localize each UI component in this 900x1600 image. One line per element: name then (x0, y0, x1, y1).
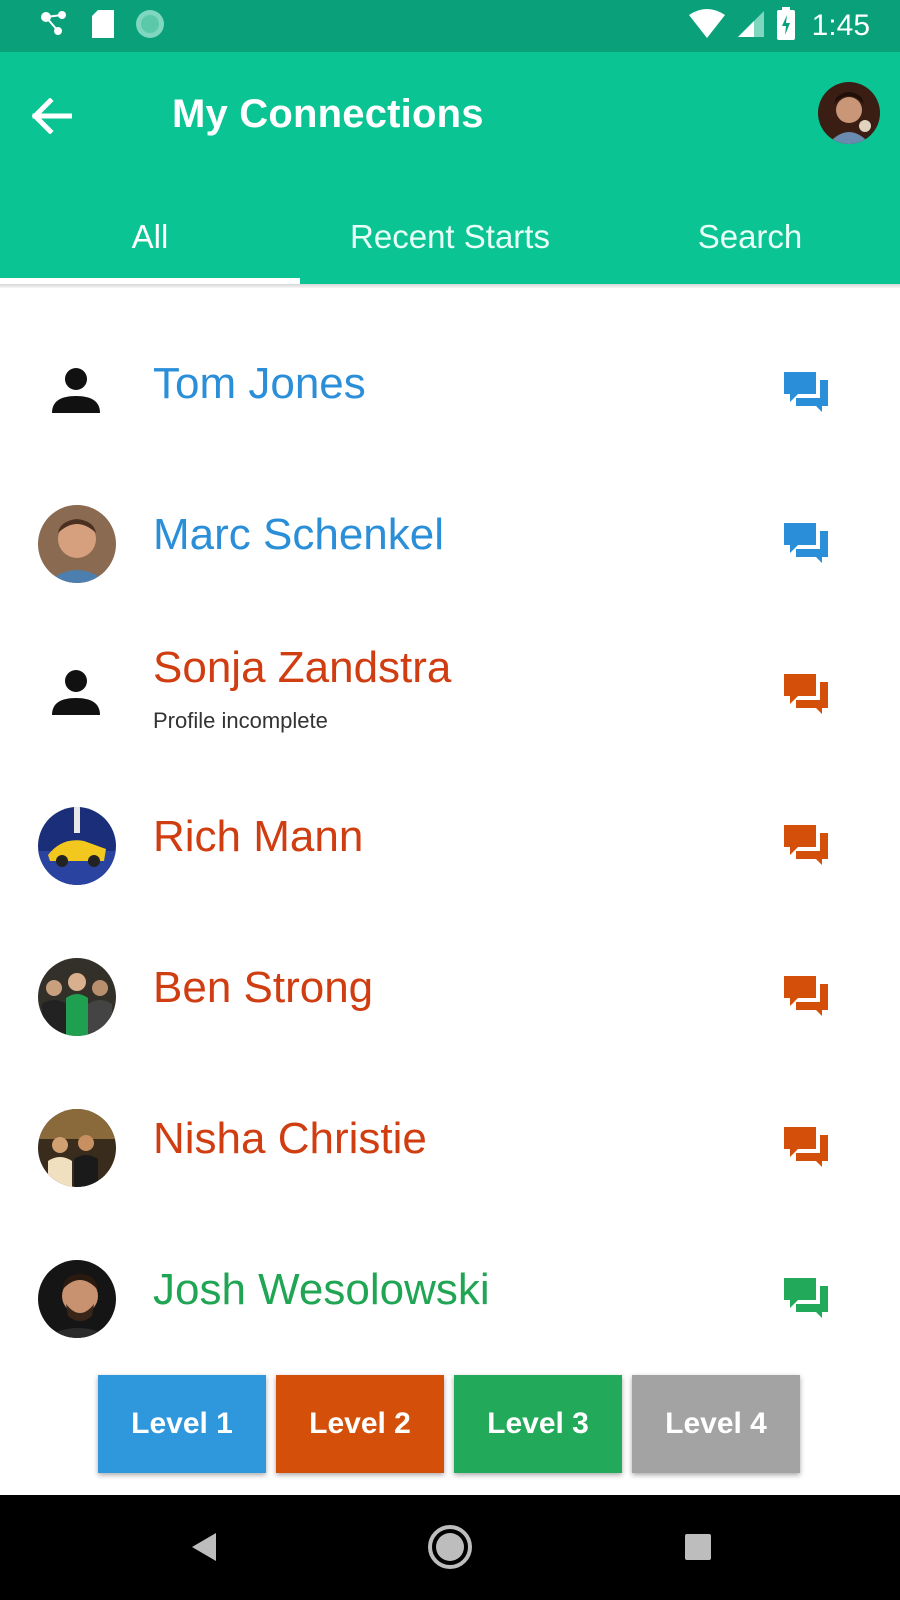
connection-row[interactable]: Tom Jones (0, 318, 900, 469)
connection-row[interactable]: Ben Strong (0, 922, 900, 1073)
connection-avatar (38, 505, 116, 583)
level-2-button[interactable]: Level 2 (276, 1375, 444, 1473)
chat-icon[interactable] (782, 366, 830, 414)
nav-home-button[interactable] (422, 1521, 478, 1577)
connection-name: Tom Jones (153, 359, 366, 408)
nav-recents-button[interactable] (670, 1521, 726, 1577)
connection-row[interactable]: Marc Schenkel (0, 469, 900, 620)
connection-name: Sonja Zandstra (153, 643, 452, 692)
triangle-back-icon (186, 1529, 222, 1570)
chat-icon[interactable] (782, 668, 830, 716)
connection-name: Rich Mann (153, 812, 364, 861)
connection-name: Marc Schenkel (153, 510, 445, 559)
back-button[interactable] (22, 88, 82, 148)
status-system: 1:45 (688, 6, 870, 46)
connections-list: Tom Jones Marc Schenkel Sonja Zandstra P… (0, 318, 900, 1375)
level-4-button[interactable]: Level 4 (632, 1375, 800, 1473)
profile-avatar[interactable] (818, 82, 880, 144)
connection-avatar (38, 1260, 116, 1338)
page-title: My Connections (172, 92, 484, 136)
connection-subtitle: Profile incomplete (153, 708, 328, 733)
tab-bar: All Recent Starts Search (0, 190, 900, 284)
chat-icon[interactable] (782, 819, 830, 867)
chat-icon[interactable] (782, 970, 830, 1018)
connection-row[interactable]: Rich Mann (0, 771, 900, 922)
sd-card-icon (90, 8, 116, 45)
person-icon (48, 665, 104, 721)
circle-home-icon (426, 1523, 474, 1576)
cell-signal-icon (736, 9, 766, 44)
battery-icon (776, 6, 796, 46)
chat-icon[interactable] (782, 1272, 830, 1320)
nav-back-button[interactable] (176, 1521, 232, 1577)
status-time: 1:45 (811, 9, 870, 42)
tab-search[interactable]: Search (600, 190, 900, 284)
connection-name: Nisha Christie (153, 1114, 427, 1163)
status-notifications (38, 8, 166, 45)
connection-name: Ben Strong (153, 963, 374, 1012)
tab-all[interactable]: All (0, 190, 300, 284)
person-icon (48, 363, 104, 419)
level-3-button[interactable]: Level 3 (454, 1375, 622, 1473)
arrow-back-icon (31, 96, 73, 139)
square-recents-icon (682, 1531, 714, 1568)
connection-row[interactable]: Nisha Christie (0, 1073, 900, 1224)
connection-avatar (38, 1109, 116, 1187)
connection-row[interactable]: Josh Wesolowski (0, 1224, 900, 1375)
level-filter-bar: Level 1 Level 2 Level 3 Level 4 (98, 1375, 800, 1475)
app-bar: My Connections All Recent Starts Search (0, 52, 900, 284)
status-bar: 1:45 (0, 0, 900, 52)
app-bar-shadow (0, 284, 900, 288)
connection-avatar (38, 958, 116, 1036)
connection-name: Josh Wesolowski (153, 1265, 490, 1314)
profile-photo (818, 82, 880, 144)
chat-icon[interactable] (782, 1121, 830, 1169)
connection-avatar (38, 807, 116, 885)
level-1-button[interactable]: Level 1 (98, 1375, 266, 1473)
share-notification-icon (38, 9, 72, 44)
tab-recent-starts[interactable]: Recent Starts (300, 190, 600, 284)
system-navigation-bar (0, 1495, 900, 1600)
chat-icon[interactable] (782, 517, 830, 565)
wifi-icon (688, 8, 726, 44)
connection-row[interactable]: Sonja Zandstra Profile incomplete (0, 620, 900, 771)
circle-notification-icon (134, 8, 166, 45)
